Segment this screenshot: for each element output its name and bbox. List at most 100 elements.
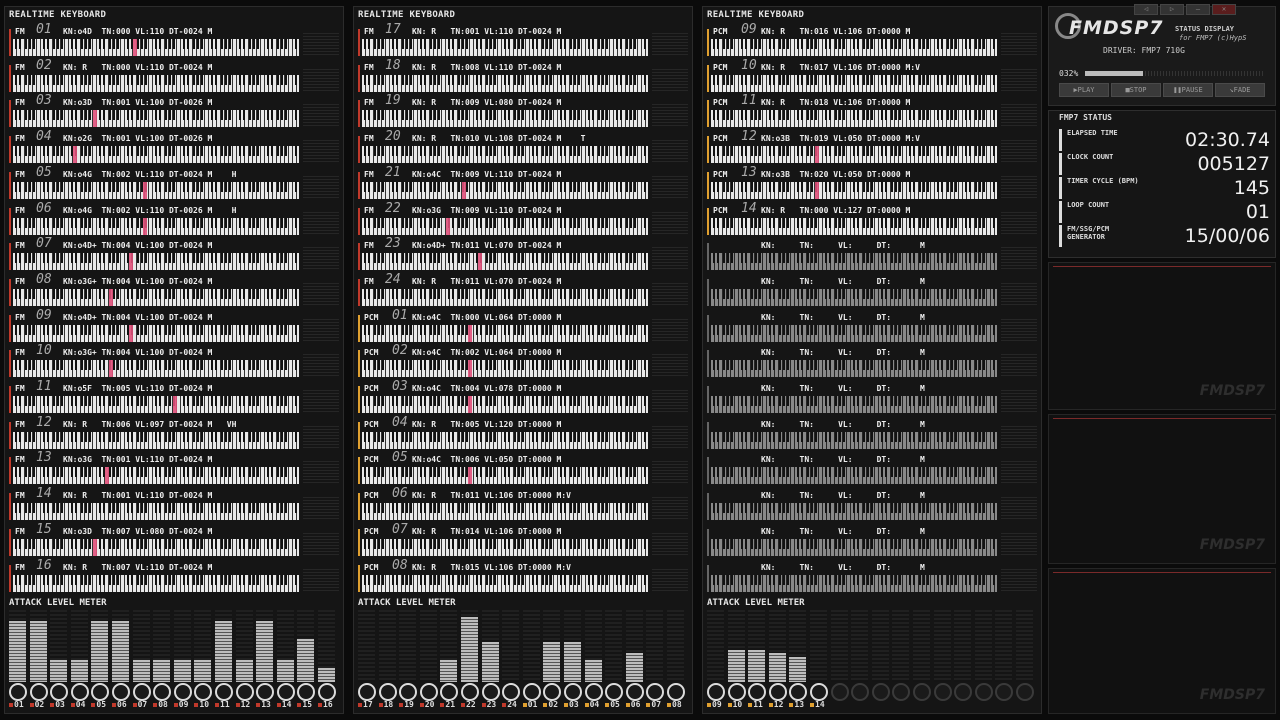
channel-knob[interactable] [481, 683, 500, 701]
channel-knob[interactable] [194, 683, 213, 701]
channel-row[interactable]: PCM 03 KN:o4C TN:004 VL:078 DT:0000 M [358, 379, 690, 415]
channel-row[interactable]: PCM 04 KN: R TN:005 VL:120 DT:0000 M [358, 415, 690, 451]
channel-knob[interactable] [995, 683, 1014, 701]
channel-knob[interactable] [153, 683, 172, 701]
channel-knob[interactable] [625, 683, 644, 701]
fade-button[interactable]: ↘FADE [1215, 83, 1265, 97]
channel-row[interactable]: FM 01 KN:o4D TN:000 VL:110 DT-0024 M [9, 22, 341, 58]
channel-knob[interactable] [954, 683, 973, 701]
channel-row[interactable]: FM 07 KN:o4D+ TN:004 VL:100 DT-0024 M [9, 236, 341, 272]
channel-knob[interactable] [399, 683, 418, 701]
channel-row[interactable]: FM 18 KN: R TN:008 VL:110 DT-0024 M [358, 58, 690, 94]
channel-row[interactable]: PCM 09 KN: R TN:016 VL:106 DT:0000 M [707, 22, 1039, 58]
channel-row[interactable]: KN: TN: VL: DT: M [707, 309, 1039, 344]
channel-row[interactable]: PCM 06 KN: R TN:011 VL:106 DT:0000 M:V [358, 486, 690, 522]
stop-button[interactable]: ■STOP [1111, 83, 1161, 97]
channel-knob[interactable] [933, 683, 952, 701]
channel-knob[interactable] [29, 683, 48, 701]
channel-row[interactable]: PCM 10 KN: R TN:017 VL:106 DT:0000 M:V [707, 58, 1039, 94]
channel-row[interactable]: KN: TN: VL: DT: M [707, 380, 1039, 415]
pause-button[interactable]: ❚❚PAUSE [1163, 83, 1213, 97]
channel-row[interactable]: PCM 14 KN: R TN:000 VL:127 DT:0000 M [707, 201, 1039, 237]
channel-knob[interactable] [378, 683, 397, 701]
channel-row[interactable]: FM 04 KN:o2G TN:001 VL:100 DT-0026 M [9, 129, 341, 165]
channel-knob[interactable] [748, 683, 767, 701]
channel-row[interactable]: PCM 02 KN:o4C TN:002 VL:064 DT:0000 M [358, 343, 690, 379]
channel-knob[interactable] [318, 683, 336, 701]
channel-knob[interactable] [276, 683, 295, 701]
channel-row[interactable]: FM 08 KN:o3G+ TN:004 VL:100 DT-0024 M [9, 272, 341, 308]
play-button[interactable]: ▶PLAY [1059, 83, 1109, 97]
channel-knob[interactable] [646, 683, 665, 701]
channel-row[interactable]: PCM 11 KN: R TN:018 VL:106 DT:0000 M [707, 93, 1039, 129]
channel-row[interactable]: KN: TN: VL: DT: M [707, 487, 1039, 522]
channel-row[interactable]: FM 14 KN: R TN:001 VL:110 DT-0024 M [9, 486, 341, 522]
channel-knob[interactable] [871, 683, 890, 701]
channel-knob[interactable] [1016, 683, 1034, 701]
channel-knob[interactable] [667, 683, 685, 701]
channel-row[interactable]: PCM 12 KN:o3B TN:019 VL:050 DT:0000 M:V [707, 129, 1039, 165]
channel-knob[interactable] [215, 683, 233, 701]
channel-row[interactable]: PCM 07 KN: R TN:014 VL:106 DT:0000 M [358, 522, 690, 558]
channel-knob[interactable] [461, 683, 479, 701]
channel-knob[interactable] [440, 683, 459, 701]
channel-row[interactable]: KN: TN: VL: DT: M [707, 344, 1039, 379]
channel-knob[interactable] [419, 683, 438, 701]
channel-knob[interactable] [605, 683, 624, 701]
channel-knob[interactable] [502, 683, 521, 701]
channel-row[interactable]: FM 11 KN:o5F TN:005 VL:110 DT-0024 M [9, 379, 341, 415]
channel-row[interactable]: KN: TN: VL: DT: M [707, 451, 1039, 486]
channel-knob[interactable] [70, 683, 89, 701]
channel-knob[interactable] [851, 683, 870, 701]
channel-row[interactable]: FM 06 KN:o4G TN:002 VL:110 DT-0026 M H [9, 201, 341, 237]
channel-knob[interactable] [810, 683, 828, 701]
channel-row[interactable]: PCM 01 KN:o4C TN:000 VL:064 DT:0000 M [358, 308, 690, 344]
channel-knob[interactable] [235, 683, 254, 701]
channel-row[interactable]: FM 20 KN: R TN:010 VL:108 DT-0024 M T [358, 129, 690, 165]
channel-knob[interactable] [892, 683, 911, 701]
channel-knob[interactable] [522, 683, 541, 701]
channel-knob[interactable] [564, 683, 582, 701]
channel-row[interactable]: KN: TN: VL: DT: M [707, 523, 1039, 558]
channel-knob[interactable] [173, 683, 192, 701]
channel-knob[interactable] [358, 683, 376, 701]
minimize-button[interactable]: — [1186, 4, 1210, 15]
channel-row[interactable]: PCM 13 KN:o3B TN:020 VL:050 DT:0000 M [707, 165, 1039, 201]
channel-row[interactable]: KN: TN: VL: DT: M [707, 416, 1039, 451]
channel-knob[interactable] [707, 683, 725, 701]
channel-knob[interactable] [584, 683, 603, 701]
channel-row[interactable]: KN: TN: VL: DT: M [707, 237, 1039, 272]
channel-row[interactable]: FM 24 KN: R TN:011 VL:070 DT-0024 M [358, 272, 690, 308]
channel-row[interactable]: FM 09 KN:o4D+ TN:004 VL:100 DT-0024 M [9, 308, 341, 344]
channel-row[interactable]: FM 02 KN: R TN:000 VL:110 DT-0024 M [9, 58, 341, 94]
channel-knob[interactable] [112, 683, 130, 701]
channel-knob[interactable] [297, 683, 316, 701]
channel-knob[interactable] [830, 683, 849, 701]
progress-bar[interactable] [1085, 71, 1265, 76]
channel-row[interactable]: KN: TN: VL: DT: M [707, 559, 1039, 594]
channel-row[interactable]: FM 05 KN:o4G TN:002 VL:110 DT-0024 M H [9, 165, 341, 201]
close-button[interactable]: ✕ [1212, 4, 1236, 15]
channel-row[interactable]: FM 13 KN:o3G TN:001 VL:110 DT-0024 M [9, 450, 341, 486]
channel-knob[interactable] [727, 683, 746, 701]
channel-row[interactable]: FM 16 KN: R TN:007 VL:110 DT-0024 M [9, 558, 341, 594]
channel-row[interactable]: FM 15 KN:o3D TN:007 VL:080 DT-0024 M [9, 522, 341, 558]
channel-row[interactable]: FM 17 KN: R TN:001 VL:110 DT-0024 M [358, 22, 690, 58]
channel-row[interactable]: KN: TN: VL: DT: M [707, 273, 1039, 308]
channel-knob[interactable] [50, 683, 69, 701]
channel-row[interactable]: PCM 05 KN:o4C TN:006 VL:050 DT:0000 M [358, 450, 690, 486]
window-button-prev[interactable]: ◁ [1134, 4, 1158, 15]
channel-row[interactable]: FM 12 KN: R TN:006 VL:097 DT-0024 M VH [9, 415, 341, 451]
channel-row[interactable]: FM 19 KN: R TN:009 VL:080 DT-0024 M [358, 93, 690, 129]
window-button-next[interactable]: ▷ [1160, 4, 1184, 15]
channel-knob[interactable] [768, 683, 787, 701]
channel-row[interactable]: FM 10 KN:o3G+ TN:004 VL:100 DT-0024 M [9, 343, 341, 379]
channel-knob[interactable] [256, 683, 275, 701]
channel-row[interactable]: FM 03 KN:o3D TN:001 VL:100 DT-0026 M [9, 93, 341, 129]
channel-row[interactable]: FM 23 KN:o4D+ TN:011 VL:070 DT-0024 M [358, 236, 690, 272]
channel-knob[interactable] [913, 683, 931, 701]
channel-row[interactable]: PCM 08 KN: R TN:015 VL:106 DT:0000 M:V [358, 558, 690, 594]
channel-knob[interactable] [9, 683, 27, 701]
channel-knob[interactable] [543, 683, 562, 701]
channel-knob[interactable] [91, 683, 110, 701]
